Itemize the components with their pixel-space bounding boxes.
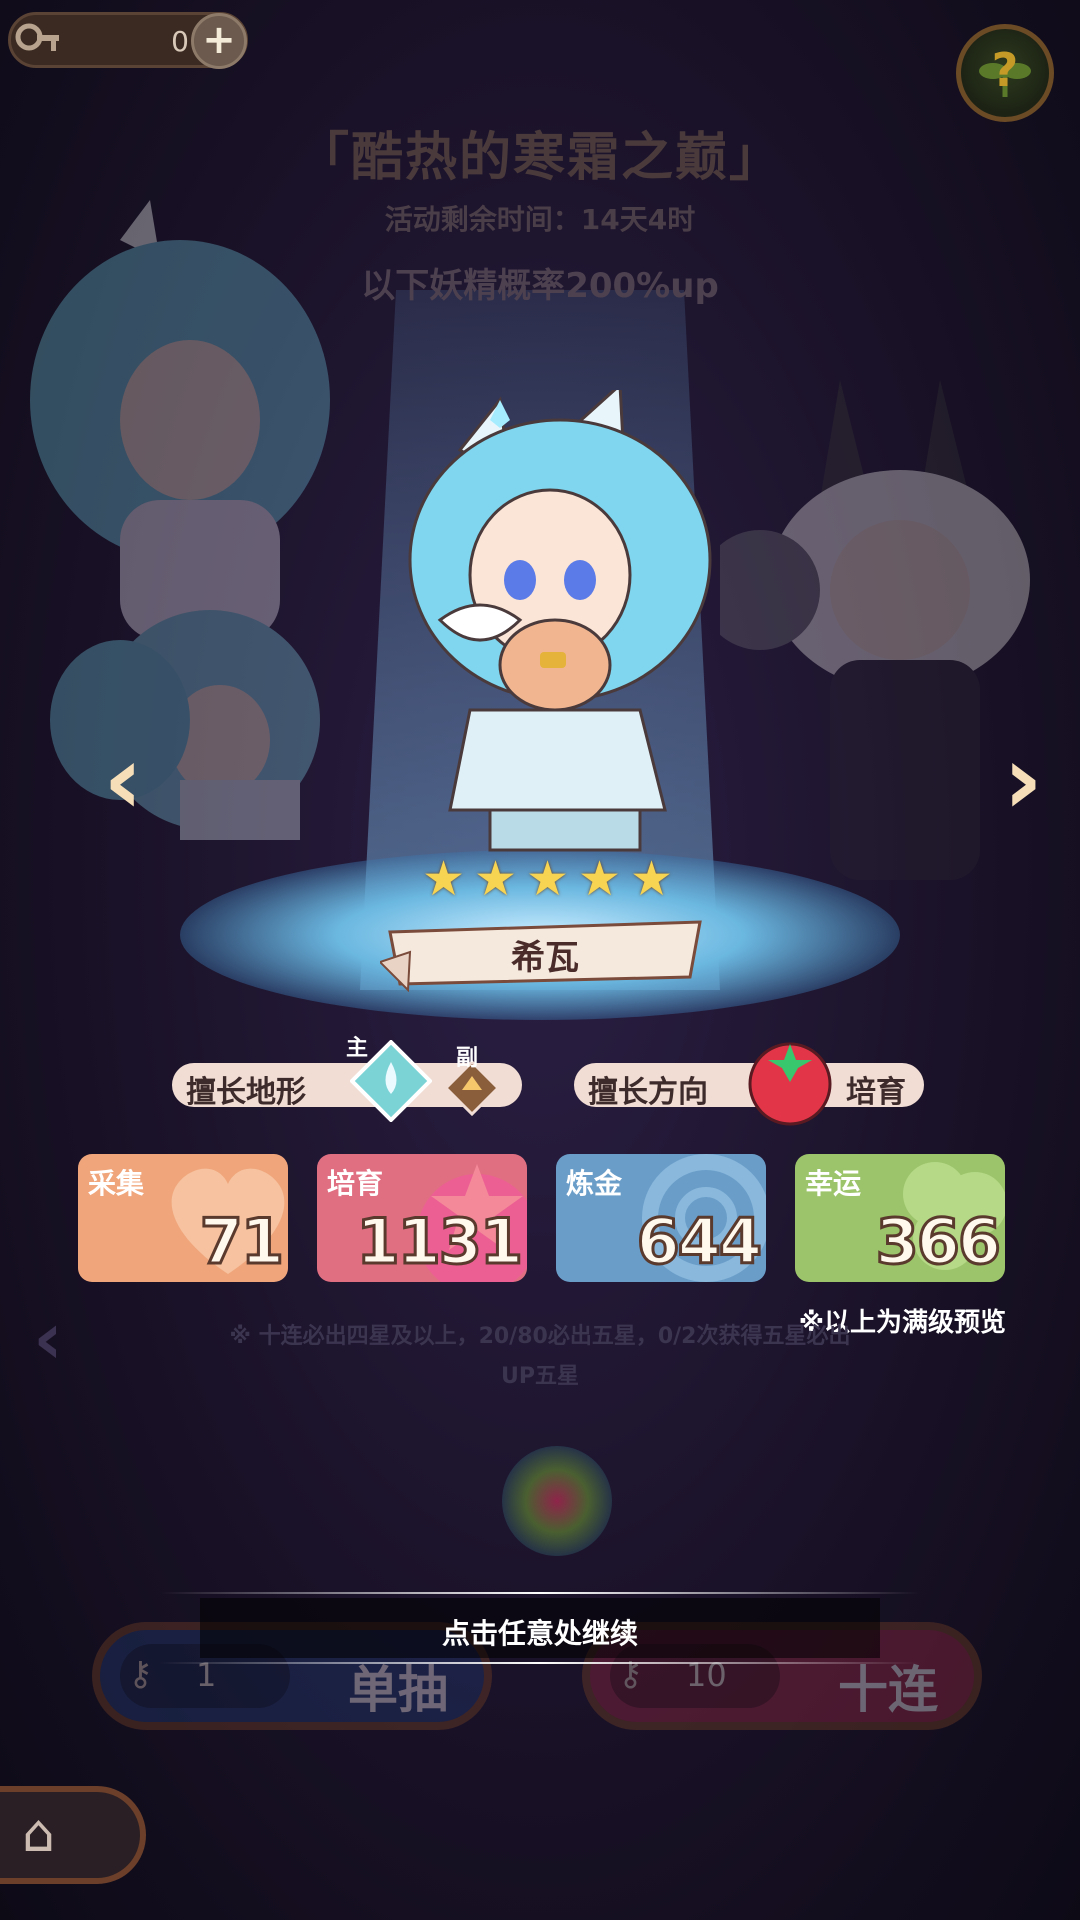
stat-card-alchemy: 炼金 644 xyxy=(556,1154,766,1282)
event-rate-up: 以下妖精概率200%up xyxy=(361,266,719,306)
star-icon: ★ xyxy=(630,851,674,907)
star-icon: ★ xyxy=(474,851,518,907)
stat-value: 366 xyxy=(874,1204,1002,1280)
nurture-tomato-icon xyxy=(748,1042,832,1126)
stat-card-nurture: 培育 1131 xyxy=(317,1154,527,1282)
help-button[interactable]: ? xyxy=(956,24,1054,122)
prev-character-arrow[interactable]: ‹ xyxy=(88,730,158,830)
star-icon: ★ xyxy=(422,851,466,907)
home-button[interactable]: ⌂ xyxy=(0,1786,146,1884)
plus-icon: + xyxy=(202,17,236,63)
terrain-sub-tag: 副 xyxy=(456,1046,479,1071)
stat-label: 采集 xyxy=(88,1167,145,1200)
divider-bottom xyxy=(160,1662,920,1664)
key-count: 0 xyxy=(171,25,189,58)
event-title: 「酷热的寒霜之巅」 xyxy=(296,128,783,188)
rose-emblem xyxy=(502,1446,612,1556)
divider-top xyxy=(160,1592,920,1594)
side-character-right xyxy=(720,380,1030,880)
key-icon: ⚷ xyxy=(128,1654,153,1694)
key-icon xyxy=(15,23,59,51)
event-time-remaining: 活动剩余时间：14天4时 xyxy=(384,203,696,236)
stat-card-luck: 幸运 366 xyxy=(795,1154,1005,1282)
stat-label: 炼金 xyxy=(566,1167,623,1200)
star-icon: ★ xyxy=(526,851,570,907)
stat-card-collect: 采集 71 xyxy=(78,1154,288,1282)
tap-to-continue-banner[interactable]: 点击任意处继续 xyxy=(160,1588,920,1668)
stat-label: 培育 xyxy=(327,1167,384,1200)
home-icon: ⌂ xyxy=(22,1804,56,1864)
continue-text: 点击任意处继续 xyxy=(441,1617,638,1650)
stat-value: 71 xyxy=(198,1204,285,1280)
stat-value: 644 xyxy=(635,1204,763,1280)
add-keys-button[interactable]: + xyxy=(191,13,247,69)
specialty-direction-label: 擅长方向 xyxy=(588,1075,708,1110)
specialty-direction-value: 培育 xyxy=(846,1075,906,1110)
rarity-stars: ★ ★ ★ ★ ★ xyxy=(420,855,680,911)
gacha-rules-line2: UP五星 xyxy=(501,1364,579,1389)
specialty-terrain-label: 擅长地形 xyxy=(186,1075,306,1110)
next-character-arrow[interactable]: › xyxy=(988,730,1058,830)
stat-value: 1131 xyxy=(355,1204,525,1280)
terrain-main-tag: 主 xyxy=(346,1036,369,1061)
star-icon: ★ xyxy=(578,851,622,907)
gacha-rules-line1: ※ 十连必出四星及以上，20/80必出五星，0/2次获得五星必出 xyxy=(229,1324,851,1349)
featured-character-portrait xyxy=(408,390,712,852)
stat-label: 幸运 xyxy=(805,1167,862,1200)
question-icon: ? xyxy=(991,43,1019,97)
key-counter: 0 + xyxy=(8,12,248,69)
character-name-banner: 希瓦 xyxy=(380,912,710,992)
character-name: 希瓦 xyxy=(511,938,579,978)
